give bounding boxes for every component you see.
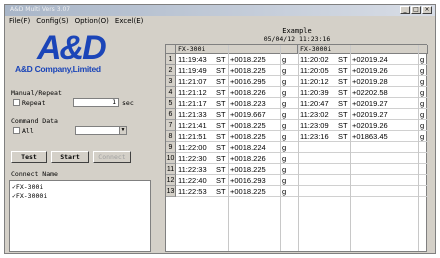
sheet-datetime: 05/04/12 11:23:16 bbox=[263, 35, 331, 43]
company-logo: A&D A&D Company,Limited bbox=[13, 29, 149, 74]
menu-option[interactable]: Option(O) bbox=[75, 16, 109, 26]
test-button[interactable]: Test bbox=[11, 151, 47, 163]
command-select[interactable]: ▼ bbox=[75, 126, 127, 135]
menu-bar: File(F) Config(S) Option(O) Excel(E) bbox=[5, 16, 435, 26]
column-gridline bbox=[418, 45, 419, 251]
window-controls: _ □ × bbox=[400, 6, 432, 14]
corner-header bbox=[166, 45, 176, 54]
interval-unit: sec bbox=[122, 99, 134, 107]
tree-item-fx300i[interactable]: ✓FX-300i bbox=[12, 183, 43, 191]
row-gridline bbox=[176, 152, 428, 153]
chevron-down-icon: ▼ bbox=[119, 127, 126, 134]
row-gridline bbox=[176, 86, 428, 87]
tree-item-fx3000i[interactable]: ✓FX-3000i bbox=[12, 192, 47, 200]
interval-input[interactable]: 1 bbox=[73, 98, 119, 107]
row-number[interactable]: 11 bbox=[166, 164, 176, 175]
row-gridline bbox=[176, 174, 428, 175]
column-gridline bbox=[298, 45, 299, 251]
sheet-title: Example bbox=[282, 27, 312, 35]
row-number[interactable]: 10 bbox=[166, 153, 176, 164]
minimize-button[interactable]: _ bbox=[400, 6, 410, 14]
logo-mark: A&D bbox=[37, 29, 107, 67]
row-gridline bbox=[176, 141, 428, 142]
row-number[interactable]: 5 bbox=[166, 98, 176, 109]
data-grid[interactable]: FX-300i FX-3000i 1 11:19:43 ST +0018.225 g 11… bbox=[165, 44, 428, 252]
row-number[interactable]: 1 bbox=[166, 54, 176, 65]
logo-company-name: A&D Company,Limited bbox=[15, 64, 101, 74]
row-number[interactable]: 9 bbox=[166, 142, 176, 153]
row-number[interactable]: 7 bbox=[166, 120, 176, 131]
row-gridline bbox=[176, 64, 428, 65]
column-gridline bbox=[350, 45, 351, 251]
title-bar[interactable]: A&D Multi Vers 3.07 _ □ × bbox=[5, 5, 435, 16]
control-panel: A&D A&D Company,Limited Manual/Repeat Re… bbox=[7, 27, 159, 253]
row-gridline bbox=[176, 130, 428, 131]
row-gridline bbox=[176, 185, 428, 186]
row-number[interactable]: 6 bbox=[166, 109, 176, 120]
row-gridline bbox=[176, 119, 428, 120]
close-button[interactable]: × bbox=[422, 6, 432, 14]
app-window: A&D Multi Vers 3.07 _ □ × File(F) Config… bbox=[4, 4, 436, 254]
row-gridline bbox=[176, 108, 428, 109]
manual-repeat-label: Manual/Repeat bbox=[11, 89, 62, 97]
menu-config[interactable]: Config(S) bbox=[36, 16, 68, 26]
connect-tree[interactable]: ✓FX-300i ✓FX-3000i bbox=[9, 180, 151, 252]
row-gridline bbox=[176, 97, 428, 98]
maximize-button[interactable]: □ bbox=[411, 6, 421, 14]
row-gridline bbox=[176, 196, 428, 197]
row-number[interactable]: 8 bbox=[166, 131, 176, 142]
row-gridline bbox=[176, 163, 428, 164]
row-number[interactable]: 3 bbox=[166, 76, 176, 87]
row-number[interactable]: 13 bbox=[166, 186, 176, 197]
command-data-label: Command Data bbox=[11, 117, 58, 125]
all-checkbox[interactable] bbox=[13, 127, 20, 134]
row-number[interactable]: 4 bbox=[166, 87, 176, 98]
column-gridline bbox=[228, 45, 229, 251]
data-sheet-panel: Example 05/04/12 11:23:16 FX-300i FX-300… bbox=[161, 27, 433, 253]
row-number[interactable]: 2 bbox=[166, 65, 176, 76]
row-number[interactable]: 12 bbox=[166, 175, 176, 186]
menu-excel[interactable]: Excel(E) bbox=[115, 16, 143, 26]
row-gridline bbox=[176, 75, 428, 76]
connect-name-label: Connect Name bbox=[11, 170, 58, 178]
connect-button[interactable]: Connect bbox=[93, 151, 131, 163]
repeat-checkbox[interactable] bbox=[13, 99, 20, 106]
repeat-label: Repeat bbox=[22, 99, 46, 107]
window-title: A&D Multi Vers 3.07 bbox=[10, 6, 71, 13]
column-gridline bbox=[280, 45, 281, 251]
column-header-fx3000i[interactable]: FX-3000i bbox=[298, 45, 428, 54]
all-label: All bbox=[22, 127, 34, 135]
menu-file[interactable]: File(F) bbox=[9, 16, 30, 26]
start-button[interactable]: Start bbox=[51, 151, 89, 163]
